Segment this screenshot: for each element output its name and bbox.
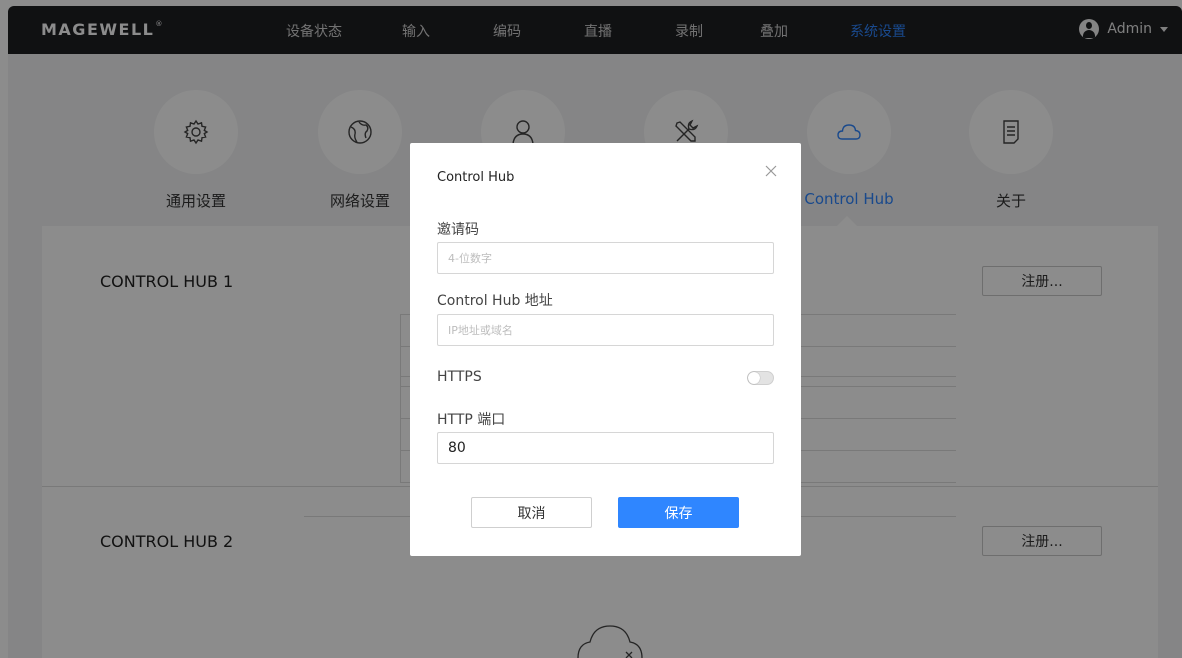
http-port-input[interactable]	[437, 432, 774, 464]
cancel-button[interactable]: 取消	[471, 497, 592, 528]
invite-code-input[interactable]	[437, 242, 774, 274]
https-toggle[interactable]	[747, 371, 774, 385]
https-label: HTTPS	[437, 369, 482, 385]
close-icon[interactable]	[763, 163, 779, 179]
address-input[interactable]	[437, 314, 774, 346]
control-hub-dialog: Control Hub 邀请码 Control Hub 地址 HTTPS HTT…	[410, 143, 801, 556]
address-label: Control Hub 地址	[437, 293, 553, 309]
save-button[interactable]: 保存	[618, 497, 739, 528]
dialog-title: Control Hub	[437, 170, 515, 185]
http-port-label: HTTP 端口	[437, 412, 506, 428]
invite-code-label: 邀请码	[437, 222, 479, 238]
